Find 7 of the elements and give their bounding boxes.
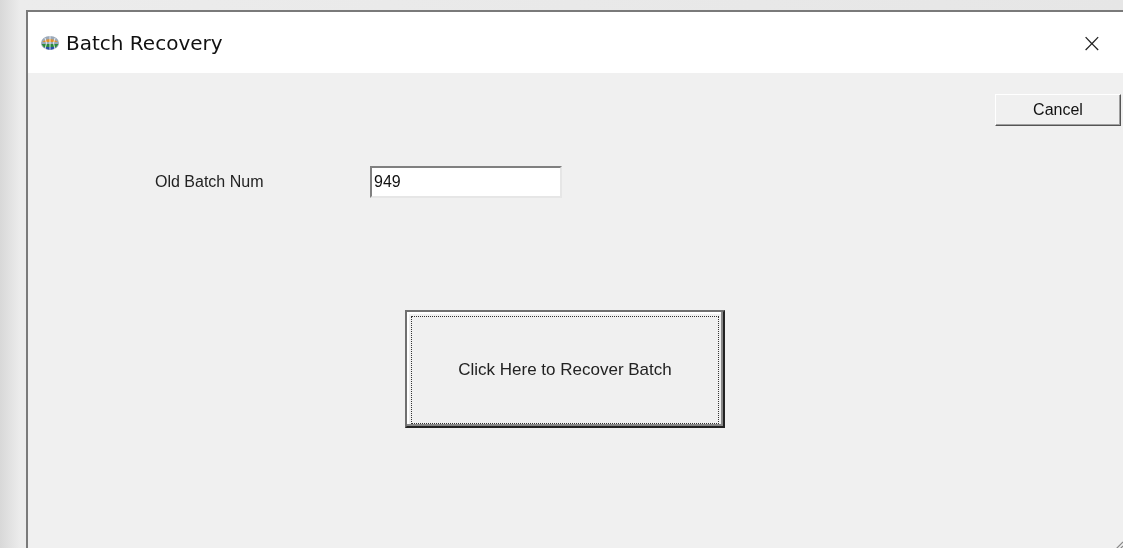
window-title: Batch Recovery bbox=[66, 30, 223, 55]
cancel-button[interactable]: Cancel bbox=[995, 94, 1121, 126]
batch-number-field[interactable]: 949 bbox=[370, 166, 562, 198]
globe-icon bbox=[40, 33, 60, 52]
recover-batch-button[interactable]: Click Here to Recover Batch bbox=[405, 310, 725, 428]
field-label: Old Batch Num bbox=[155, 173, 265, 191]
close-button[interactable]: × bbox=[1069, 22, 1115, 63]
